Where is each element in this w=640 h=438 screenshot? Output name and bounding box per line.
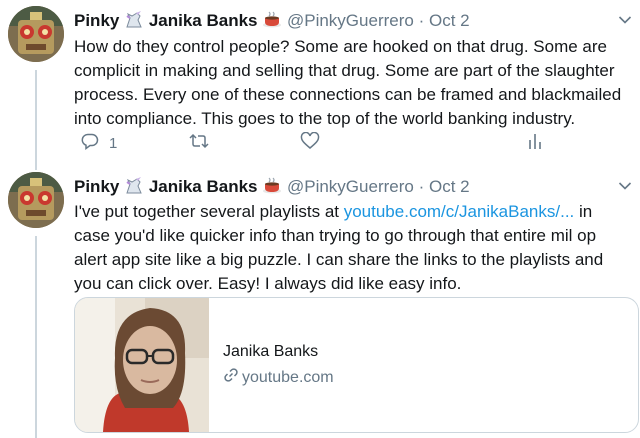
analytics-icon xyxy=(527,132,543,154)
tweet-header: Pinky Janika Banks @PinkyGuerrero · Oct … xyxy=(74,176,470,201)
analytics-button[interactable] xyxy=(527,132,543,154)
thread-line xyxy=(35,236,37,438)
link-icon xyxy=(223,367,242,388)
chevron-down-icon[interactable] xyxy=(618,12,632,30)
display-name[interactable]: Pinky xyxy=(74,177,119,196)
reply-icon xyxy=(81,132,99,154)
timestamp[interactable]: Oct 2 xyxy=(429,177,470,196)
avatar[interactable] xyxy=(8,6,64,62)
tweet-text: How do they control people? Some are hoo… xyxy=(74,37,622,128)
display-name[interactable]: Pinky xyxy=(74,11,119,30)
handle[interactable]: @PinkyGuerrero xyxy=(287,177,414,196)
youtube-link[interactable]: youtube.com/c/JanikaBanks/... xyxy=(344,202,575,221)
thread-line xyxy=(35,70,37,166)
separator-dot: · xyxy=(418,11,425,30)
card-thumbnail xyxy=(75,298,209,432)
link-card[interactable]: Janika Banks youtube.com xyxy=(74,297,639,433)
card-domain: youtube.com xyxy=(223,367,334,388)
display-name-2[interactable]: Janika Banks xyxy=(149,177,258,196)
handle[interactable]: @PinkyGuerrero xyxy=(287,11,414,30)
coffee-emoji xyxy=(262,177,282,201)
coffee-emoji xyxy=(262,11,282,35)
reply-count: 1 xyxy=(109,134,118,152)
tweet-text: I've put together several playlists at y… xyxy=(74,200,626,296)
retweet-icon xyxy=(188,132,210,154)
like-icon xyxy=(300,131,320,154)
card-domain-text: youtube.com xyxy=(242,368,334,386)
thread-line xyxy=(35,166,37,170)
display-name-2[interactable]: Janika Banks xyxy=(149,11,258,30)
tweet-header: Pinky Janika Banks @PinkyGuerrero · Oct … xyxy=(74,10,470,35)
chevron-down-icon[interactable] xyxy=(618,178,632,196)
tweet-2[interactable]: Pinky Janika Banks @PinkyGuerrero · Oct … xyxy=(0,166,640,438)
unicorn-emoji xyxy=(124,177,144,201)
separator-dot: · xyxy=(418,177,425,196)
retweet-button[interactable] xyxy=(188,132,210,154)
tweet-1[interactable]: Pinky Janika Banks @PinkyGuerrero · Oct … xyxy=(0,0,640,166)
timestamp[interactable]: Oct 2 xyxy=(429,11,470,30)
like-button[interactable] xyxy=(300,131,320,154)
tweet-text-before: I've put together several playlists at xyxy=(74,202,344,221)
tweet-actions: 1 xyxy=(74,131,640,156)
avatar[interactable] xyxy=(8,172,64,228)
unicorn-emoji xyxy=(124,11,144,35)
card-title: Janika Banks xyxy=(223,343,319,360)
reply-button[interactable]: 1 xyxy=(81,132,117,154)
